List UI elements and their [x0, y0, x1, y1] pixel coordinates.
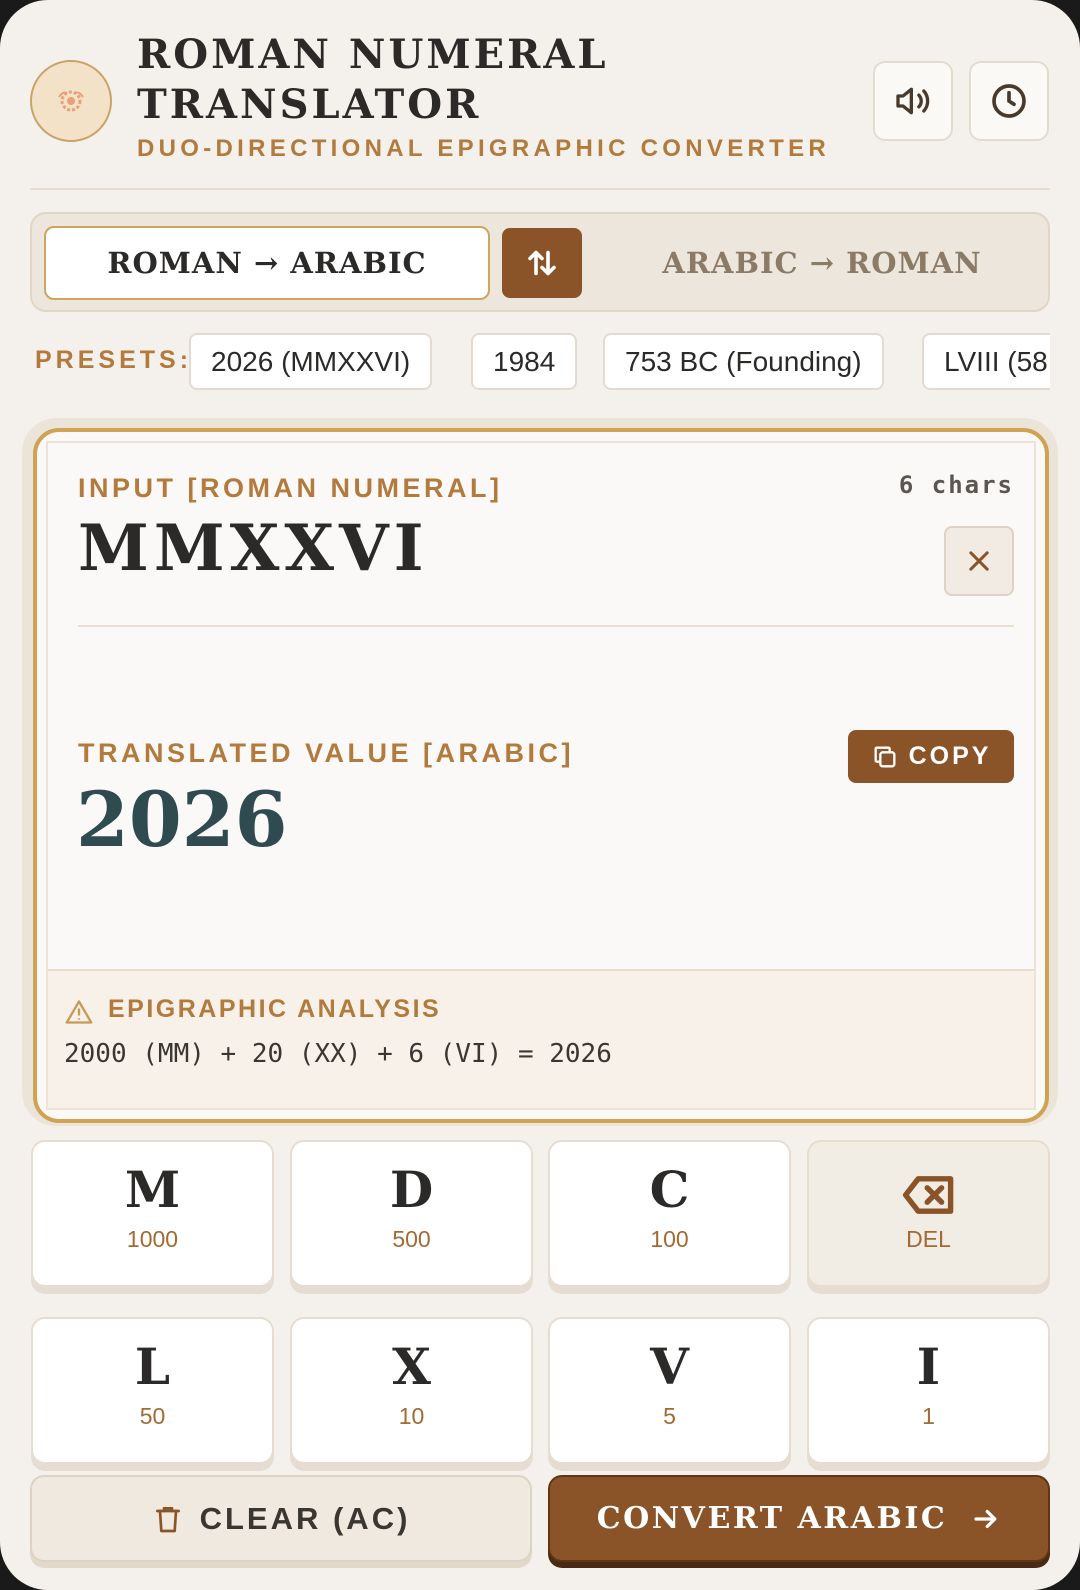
key-glyph: L: [134, 1337, 171, 1396]
speaker-icon: [896, 87, 930, 115]
presets-label: PRESETS:: [35, 346, 193, 374]
key-glyph: I: [916, 1337, 941, 1396]
key-value: DEL: [906, 1226, 951, 1252]
convert-button[interactable]: CONVERT ARABIC: [548, 1475, 1050, 1562]
key-value: 5: [663, 1403, 676, 1429]
key-value: 1000: [126, 1226, 179, 1252]
input-label: INPUT [ROMAN NUMERAL]: [78, 473, 503, 503]
char-count: 6 chars: [898, 471, 1014, 499]
app-title: ROMAN NUMERAL TRANSLATOR: [137, 31, 609, 128]
roman-input-field[interactable]: MMXXVI: [78, 511, 429, 586]
key-value: 1: [922, 1403, 935, 1429]
tab-roman-to-arabic[interactable]: ROMAN → ARABIC: [44, 226, 490, 300]
key-value: 500: [392, 1226, 431, 1252]
preset-chip[interactable]: 753 BC (Founding): [603, 333, 884, 390]
app-window: ROMAN NUMERAL TRANSLATOR DUO-DIRECTIONAL…: [0, 0, 1080, 1590]
arrow-right-icon: [974, 1509, 997, 1528]
preset-chip[interactable]: 2026 (MMXXVI): [189, 333, 433, 390]
clear-all-button[interactable]: CLEAR (AC): [30, 1475, 532, 1562]
card-inner: INPUT [ROMAN NUMERAL] 6 chars MMXXVI TRA…: [46, 441, 1036, 1110]
key-m[interactable]: M 1000: [31, 1140, 274, 1287]
key-i[interactable]: I 1: [807, 1317, 1050, 1464]
key-v[interactable]: V 5: [548, 1317, 791, 1464]
key-value: 10: [398, 1403, 425, 1429]
copy-label: COPY: [908, 742, 992, 770]
clear-all-label: CLEAR (AC): [199, 1500, 411, 1536]
key-glyph: V: [650, 1337, 689, 1396]
app-subtitle: DUO-DIRECTIONAL EPIGRAPHIC CONVERTER: [137, 135, 831, 162]
laurel-emblem-icon: [30, 60, 112, 142]
key-x[interactable]: X 10: [290, 1317, 533, 1464]
key-glyph: M: [124, 1160, 181, 1219]
clock-icon: [992, 84, 1026, 118]
key-glyph: X: [392, 1337, 431, 1396]
preset-chip[interactable]: 1984: [471, 333, 578, 390]
key-c[interactable]: C 100: [548, 1140, 791, 1287]
mode-toggle: ROMAN → ARABIC ARABIC → ROMAN: [30, 212, 1050, 312]
copy-icon: [874, 746, 896, 767]
clear-input-button[interactable]: [944, 526, 1014, 596]
presets-list: 2026 (MMXXVI) 1984 753 BC (Founding) LVI…: [189, 333, 1050, 393]
key-d[interactable]: D 500: [290, 1140, 533, 1287]
analysis-expression: 2000 (MM) + 20 (XX) + 6 (VI) = 2026: [64, 1039, 612, 1069]
input-underline: [78, 625, 1014, 627]
convert-label: CONVERT ARABIC: [596, 1501, 948, 1536]
copy-button[interactable]: COPY: [848, 730, 1014, 783]
warning-icon: [65, 1000, 93, 1024]
analysis-panel: EPIGRAPHIC ANALYSIS 2000 (MM) + 20 (XX) …: [48, 969, 1034, 1108]
key-value: 100: [650, 1226, 689, 1252]
swap-direction-button[interactable]: [502, 228, 582, 298]
swap-arrows-icon: [528, 250, 556, 276]
arabic-result: 2026: [76, 775, 288, 864]
tab-arabic-to-roman[interactable]: ARABIC → ROMAN: [607, 226, 1037, 300]
key-l[interactable]: L 50: [31, 1317, 274, 1464]
preset-chip[interactable]: LVIII (58: [922, 333, 1050, 390]
sound-button[interactable]: [873, 61, 953, 141]
history-button[interactable]: [969, 61, 1049, 141]
key-glyph: C: [649, 1160, 690, 1219]
trash-icon: [155, 1506, 180, 1532]
translator-card: INPUT [ROMAN NUMERAL] 6 chars MMXXVI TRA…: [33, 428, 1049, 1123]
output-label: TRANSLATED VALUE [ARABIC]: [78, 738, 574, 768]
key-glyph: D: [389, 1160, 434, 1219]
analysis-title: EPIGRAPHIC ANALYSIS: [108, 995, 442, 1023]
delete-key[interactable]: DEL: [807, 1140, 1050, 1287]
header-divider: [30, 188, 1050, 190]
backspace-icon: [809, 1174, 1048, 1216]
close-icon: [969, 551, 989, 571]
key-value: 50: [139, 1403, 166, 1429]
